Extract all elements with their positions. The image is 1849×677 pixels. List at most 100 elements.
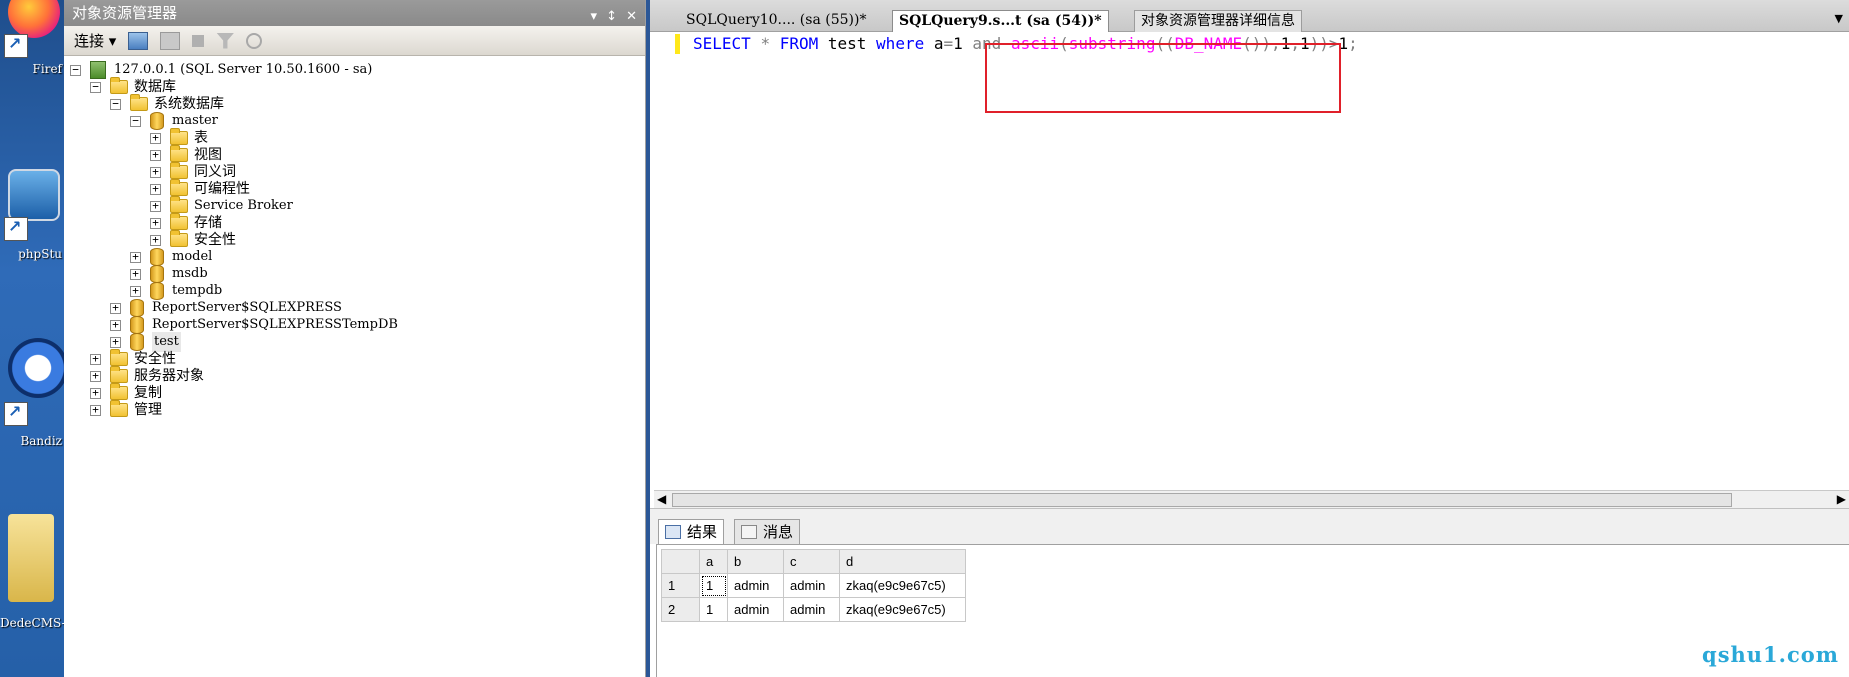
grid-cell[interactable]: admin (727, 573, 784, 598)
tab-object-explorer-details[interactable]: 对象资源管理器详细信息 (1134, 10, 1302, 32)
expand-icon[interactable]: + (130, 285, 141, 297)
expand-icon[interactable]: + (90, 387, 101, 399)
scroll-left-icon[interactable]: ◀ (657, 492, 666, 506)
tab-messages[interactable]: 消息 (734, 519, 801, 545)
expand-icon[interactable]: + (90, 404, 101, 416)
folder-icon (110, 383, 128, 400)
tab-sqlquery10[interactable]: SQLQuery10.... (sa (55))* (680, 10, 872, 32)
folder-icon (170, 213, 188, 230)
sql-editor[interactable]: SELECT * FROM test where a=1 and ascii(s… (650, 32, 1849, 492)
desktop-label: Firef (32, 62, 62, 76)
grid-cell[interactable]: 1 (699, 597, 728, 622)
editor-horizontal-scrollbar[interactable]: ◀ ▶ (654, 490, 1849, 508)
sql-token: FROM (779, 34, 819, 53)
tab-label: 结果 (687, 523, 718, 541)
expand-icon[interactable]: + (150, 183, 161, 195)
grid-cell[interactable]: admin (783, 573, 840, 598)
expand-icon[interactable]: + (130, 268, 141, 280)
collapse-icon[interactable]: − (70, 64, 81, 76)
tab-dropdown-icon[interactable]: ▼ (1835, 12, 1843, 25)
tab-label: SQLQuery9.s...t (sa (54))* (899, 13, 1102, 29)
annotation-highlight-box (985, 43, 1341, 113)
grid-cell[interactable]: zkaq(e9c9e67c5) (839, 573, 966, 598)
expand-icon[interactable]: + (90, 353, 101, 365)
desktop-item-dedecms[interactable]: DedeCMS-V (0, 510, 64, 630)
pin-icon[interactable]: ↕ (606, 4, 617, 30)
scrollbar-thumb[interactable] (672, 493, 1732, 507)
folder-icon (170, 179, 188, 196)
filter-icon[interactable] (216, 32, 235, 49)
sql-token: where (876, 34, 925, 53)
close-icon[interactable]: ✕ (626, 4, 637, 30)
refresh-icon[interactable] (246, 32, 263, 49)
folder-icon (110, 366, 128, 383)
shortcut-arrow-icon (4, 402, 28, 426)
folder-icon (110, 77, 128, 94)
desktop-item-bandizip[interactable]: Bandiz (0, 330, 68, 450)
collapse-icon[interactable]: − (110, 98, 121, 110)
folder-icon (170, 196, 188, 213)
expand-icon[interactable]: + (150, 149, 161, 161)
tab-results[interactable]: 结果 (658, 519, 725, 545)
expand-icon[interactable]: + (110, 336, 121, 348)
desktop-item-phpstudy[interactable]: phpStu (0, 145, 64, 265)
expand-icon[interactable]: + (150, 200, 161, 212)
row-number[interactable]: 1 (661, 573, 700, 598)
expand-icon[interactable]: + (150, 132, 161, 144)
expand-icon[interactable]: + (110, 302, 121, 314)
desktop: Firef phpStu Bandiz DedeCMS-V (0, 0, 68, 677)
column-header[interactable]: d (839, 549, 966, 574)
object-explorer-title: 对象资源管理器 (72, 4, 178, 22)
expand-icon[interactable]: + (150, 217, 161, 229)
folder-icon (170, 128, 188, 145)
grid-header-row: a b c d (661, 549, 966, 574)
phpstudy-icon (8, 169, 60, 221)
grid-icon (665, 525, 681, 539)
grid-cell[interactable]: 1 (699, 573, 728, 598)
expand-icon[interactable]: + (110, 319, 121, 331)
grid-cell[interactable]: zkaq(e9c9e67c5) (839, 597, 966, 622)
row-number-header[interactable] (661, 549, 700, 574)
connect-icon[interactable] (128, 31, 149, 50)
column-header[interactable]: a (699, 549, 728, 574)
stop-icon[interactable] (192, 34, 205, 47)
expand-icon[interactable]: + (130, 251, 141, 263)
expand-icon[interactable]: + (90, 370, 101, 382)
collapse-icon[interactable]: − (130, 115, 141, 127)
tab-label: SQLQuery10.... (sa (55))* (686, 12, 867, 28)
sql-token: ; (1348, 34, 1358, 53)
table-row[interactable]: 2 1 admin admin zkaq(e9c9e67c5) (661, 597, 966, 622)
results-grid-area: a b c d 1 1 admin admin zkaq(e9c9e67c5) … (656, 544, 1849, 677)
table-row[interactable]: 1 1 admin admin zkaq(e9c9e67c5) (661, 573, 966, 598)
connect-button[interactable]: 连接 ▾ (74, 30, 116, 51)
query-workspace: SQLQuery10.... (sa (55))* SQLQuery9.s...… (650, 0, 1849, 677)
grid-cell[interactable]: admin (783, 597, 840, 622)
collapse-icon[interactable]: − (90, 81, 101, 93)
tab-label: 消息 (763, 523, 794, 541)
column-header[interactable]: c (783, 549, 840, 574)
bandizip-icon (8, 338, 68, 398)
disconnect-icon[interactable] (160, 31, 181, 50)
folder-icon (110, 400, 128, 417)
grid-cell[interactable]: admin (727, 597, 784, 622)
tree-node[interactable]: + 管理 (90, 400, 162, 420)
row-number[interactable]: 2 (661, 597, 700, 622)
dropdown-icon[interactable]: ▾ (590, 4, 597, 30)
editor-gutter (650, 32, 674, 492)
tree-node-label: 管理 (134, 402, 162, 418)
sql-token: 1 (953, 34, 973, 53)
column-header[interactable]: b (727, 549, 784, 574)
desktop-item-firefox[interactable]: Firef (0, 0, 64, 80)
shortcut-arrow-icon (4, 217, 28, 241)
watermark: qshu1.com (1702, 642, 1839, 667)
object-explorer-title-bar: 对象资源管理器 ▾ ↕ ✕ (64, 0, 645, 26)
message-icon (741, 525, 757, 539)
expand-icon[interactable]: + (150, 234, 161, 246)
expand-icon[interactable]: + (150, 166, 161, 178)
tab-sqlquery9[interactable]: SQLQuery9.s...t (sa (54))* (892, 10, 1109, 32)
desktop-label: Bandiz (20, 434, 62, 448)
tab-label: 对象资源管理器详细信息 (1141, 13, 1295, 29)
folder-icon (170, 145, 188, 162)
scroll-right-icon[interactable]: ▶ (1837, 492, 1846, 506)
